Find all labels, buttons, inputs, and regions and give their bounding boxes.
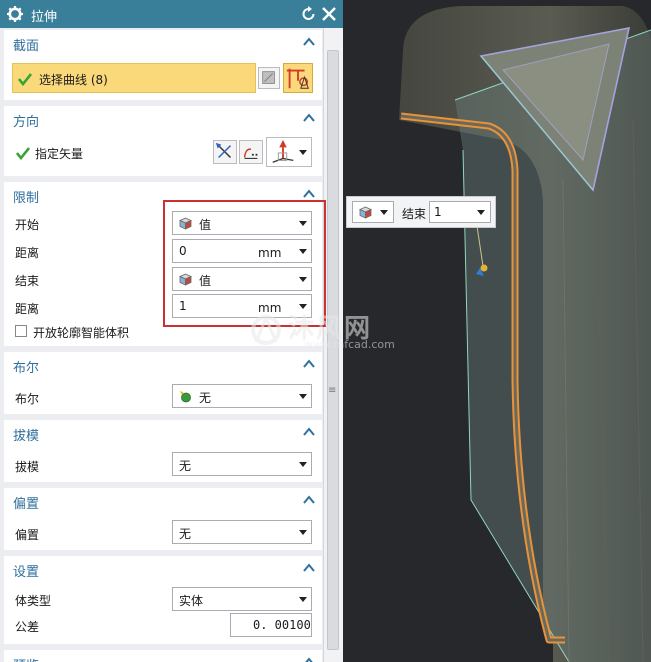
offset-label: 偏置 bbox=[15, 528, 40, 542]
offset-title: 偏置 bbox=[13, 497, 40, 512]
body-type-value: 实体 bbox=[179, 594, 204, 608]
float-end-value: 1 bbox=[434, 205, 442, 219]
watermark-url: www.mfcad.com bbox=[304, 338, 395, 351]
check-icon bbox=[18, 73, 32, 86]
chevron-down-icon bbox=[299, 394, 307, 399]
draft-header[interactable]: 拔模 bbox=[4, 420, 322, 444]
sketch-section-button[interactable] bbox=[258, 67, 280, 89]
chevron-up-icon[interactable] bbox=[302, 112, 316, 124]
vector-dialog-button[interactable] bbox=[239, 140, 263, 164]
draft-select[interactable]: 无 bbox=[172, 452, 312, 476]
watermark-logo-icon bbox=[251, 314, 281, 345]
chevron-down-icon bbox=[299, 150, 307, 155]
start-label: 开始 bbox=[15, 218, 40, 232]
preview-title: 预览 bbox=[13, 655, 39, 662]
tolerance-label: 公差 bbox=[15, 620, 40, 634]
gear-icon[interactable] bbox=[6, 5, 24, 23]
reset-icon[interactable] bbox=[301, 5, 317, 23]
draft-label: 拔模 bbox=[15, 460, 40, 474]
open-profile-checkbox[interactable] bbox=[15, 325, 27, 337]
chevron-up-icon[interactable] bbox=[302, 656, 316, 662]
draft-value: 无 bbox=[179, 459, 192, 473]
tolerance-input[interactable]: 0. 00100 bbox=[230, 613, 312, 637]
chevron-down-icon bbox=[299, 597, 307, 602]
reverse-direction-icon bbox=[215, 142, 232, 159]
preview-header[interactable]: 预览 bbox=[4, 650, 322, 662]
chevron-up-icon[interactable] bbox=[302, 358, 316, 370]
curve-select-button[interactable] bbox=[283, 63, 313, 93]
dialog-title: 拉伸 bbox=[31, 10, 58, 25]
vector-type-dropdown[interactable] bbox=[266, 137, 312, 167]
chevron-up-icon[interactable] bbox=[302, 494, 316, 506]
open-profile-label: 开放轮廓智能体积 bbox=[33, 326, 130, 340]
section-panel: 截面 选择曲线 (8) bbox=[4, 30, 322, 100]
chevron-up-icon[interactable] bbox=[302, 36, 316, 48]
settings-header[interactable]: 设置 bbox=[4, 556, 322, 580]
watermark: 沐风网 www.mfcad.com bbox=[246, 308, 416, 354]
boolean-select[interactable]: 无 bbox=[172, 384, 312, 408]
end-distance-label: 距离 bbox=[15, 302, 40, 316]
tolerance-value: 0. 00100 bbox=[253, 618, 311, 632]
draft-title: 拔模 bbox=[13, 429, 40, 444]
chevron-up-icon[interactable] bbox=[302, 188, 316, 200]
select-curve-row[interactable]: 选择曲线 (8) bbox=[12, 63, 256, 93]
offset-value: 无 bbox=[179, 527, 192, 541]
body-type-label: 体类型 bbox=[15, 594, 52, 608]
sketch-icon bbox=[262, 71, 275, 84]
direction-title: 方向 bbox=[13, 115, 40, 130]
chevron-down-icon bbox=[299, 530, 307, 535]
boolean-header[interactable]: 布尔 bbox=[4, 352, 322, 376]
chevron-up-icon[interactable] bbox=[302, 426, 316, 438]
cube-value-icon bbox=[359, 206, 372, 219]
float-end-label: 结束 bbox=[402, 207, 427, 221]
offset-panel: 偏置 偏置 无 bbox=[4, 488, 322, 550]
float-end-input[interactable]: 1 bbox=[429, 201, 491, 223]
select-curve-label: 选择曲线 (8) bbox=[39, 73, 108, 87]
chevron-down-icon bbox=[477, 210, 485, 215]
boolean-panel: 布尔 布尔 无 bbox=[4, 352, 322, 414]
boolean-value: 无 bbox=[199, 391, 212, 405]
end-type-dropdown[interactable] bbox=[352, 201, 394, 223]
end-value-floating-bar: 结束 1 bbox=[346, 196, 496, 228]
dialog-title-bar: 拉伸 bbox=[0, 0, 343, 28]
boolean-title: 布尔 bbox=[13, 361, 40, 376]
section-title: 截面 bbox=[13, 39, 40, 54]
settings-title: 设置 bbox=[13, 565, 40, 580]
end-label: 结束 bbox=[15, 274, 40, 288]
draft-panel: 拔模 拔模 无 bbox=[4, 420, 322, 482]
close-icon[interactable] bbox=[320, 5, 338, 23]
vector-dialog-icon bbox=[243, 148, 258, 159]
vector-axis-icon bbox=[272, 139, 294, 163]
direction-header[interactable]: 方向 bbox=[4, 106, 322, 130]
direction-panel: 方向 指定矢量 bbox=[4, 106, 322, 176]
chevron-down-icon bbox=[299, 462, 307, 467]
reverse-direction-button[interactable] bbox=[213, 140, 237, 164]
offset-header[interactable]: 偏置 bbox=[4, 488, 322, 512]
section-header[interactable]: 截面 bbox=[4, 30, 322, 54]
chevron-down-icon bbox=[380, 210, 388, 215]
body-type-select[interactable]: 实体 bbox=[172, 587, 312, 611]
scrollbar-grip-icon: ≡ bbox=[328, 385, 337, 396]
check-icon bbox=[16, 147, 30, 160]
curve-select-icon bbox=[286, 68, 309, 89]
boolean-none-icon bbox=[179, 390, 191, 403]
start-distance-label: 距离 bbox=[15, 246, 40, 260]
boolean-label: 布尔 bbox=[15, 392, 40, 406]
chevron-up-icon[interactable] bbox=[302, 562, 316, 574]
settings-panel: 设置 体类型 实体 公差 0. 00100 bbox=[4, 556, 322, 644]
specify-vector-label: 指定矢量 bbox=[35, 147, 84, 161]
offset-select[interactable]: 无 bbox=[172, 520, 312, 544]
limits-title: 限制 bbox=[13, 191, 40, 206]
preview-panel: 预览 bbox=[4, 650, 322, 662]
